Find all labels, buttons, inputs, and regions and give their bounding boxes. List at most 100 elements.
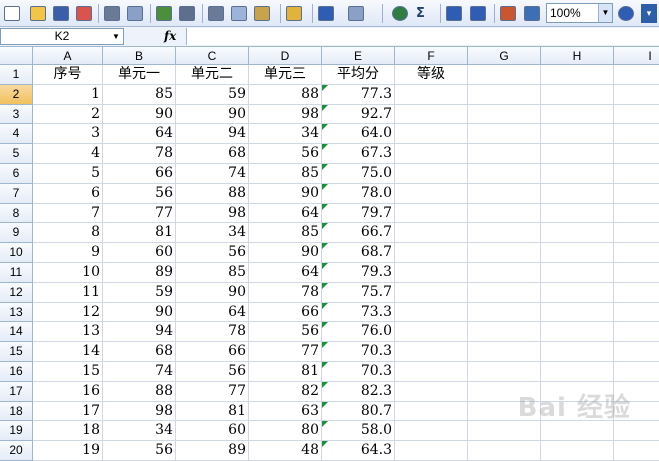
cell-a17[interactable]: 16 xyxy=(33,381,103,402)
cell-d16[interactable]: 81 xyxy=(249,362,322,382)
cell-d2[interactable]: 88 xyxy=(249,84,322,105)
cell-c18[interactable]: 81 xyxy=(176,401,249,422)
cell-f1[interactable]: 等级 xyxy=(395,65,468,85)
cell-d19[interactable]: 80 xyxy=(249,421,322,442)
cell-g4[interactable] xyxy=(468,124,541,145)
cell-a19[interactable]: 18 xyxy=(33,421,103,442)
column-header-c[interactable]: C xyxy=(176,47,249,65)
cell-e13[interactable]: 73.3 xyxy=(322,302,395,323)
cell-b17[interactable]: 88 xyxy=(103,381,176,402)
cell-a13[interactable]: 12 xyxy=(33,302,103,323)
cell-h7[interactable] xyxy=(541,183,614,204)
cell-f16[interactable] xyxy=(395,362,468,382)
cell-f14[interactable] xyxy=(395,322,468,343)
select-all-corner[interactable] xyxy=(0,47,33,65)
cell-d20[interactable]: 48 xyxy=(249,441,322,461)
cell-f7[interactable] xyxy=(395,183,468,204)
cell-i20[interactable] xyxy=(614,441,659,461)
cell-f5[interactable] xyxy=(395,144,468,164)
cell-f15[interactable] xyxy=(395,342,468,362)
cell-e17[interactable]: 82.3 xyxy=(322,381,395,402)
formula-error-indicator[interactable] xyxy=(322,282,328,289)
cell-h16[interactable] xyxy=(541,362,614,382)
toolbar-options-icon[interactable]: ▾ xyxy=(641,4,657,23)
cell-g6[interactable] xyxy=(468,164,541,184)
cell-c16[interactable]: 56 xyxy=(176,362,249,382)
cell-i3[interactable] xyxy=(614,105,659,125)
sort-ascending-icon[interactable] xyxy=(446,4,462,23)
formula-error-indicator[interactable] xyxy=(322,263,328,269)
row-header-3[interactable]: 3 xyxy=(0,104,33,125)
row-header-12[interactable]: 12 xyxy=(0,282,33,303)
cell-i16[interactable] xyxy=(614,362,659,382)
sort-descending-icon[interactable] xyxy=(470,4,486,23)
row-header-9[interactable]: 9 xyxy=(0,223,33,244)
autosum-icon[interactable]: Σ xyxy=(416,4,425,23)
drawing-icon[interactable] xyxy=(524,4,540,23)
cell-a3[interactable]: 2 xyxy=(33,104,103,125)
row-header-16[interactable]: 16 xyxy=(0,362,33,382)
cell-h20[interactable] xyxy=(541,441,614,461)
cell-i4[interactable] xyxy=(614,124,659,145)
formula-error-indicator[interactable] xyxy=(322,421,328,428)
formula-error-indicator[interactable] xyxy=(322,183,328,190)
formula-error-indicator[interactable] xyxy=(322,203,328,210)
column-header-d[interactable]: D xyxy=(249,47,322,65)
cell-f9[interactable] xyxy=(395,223,468,244)
cell-f6[interactable] xyxy=(395,164,468,184)
cell-b19[interactable]: 34 xyxy=(103,421,176,442)
cell-h4[interactable] xyxy=(541,124,614,145)
cell-f17[interactable] xyxy=(395,381,468,402)
print-icon[interactable] xyxy=(104,4,120,23)
cell-h11[interactable] xyxy=(541,263,614,283)
cell-g20[interactable] xyxy=(468,441,541,461)
cell-g1[interactable] xyxy=(468,65,541,85)
cell-b20[interactable]: 56 xyxy=(103,441,176,461)
cell-a18[interactable]: 17 xyxy=(33,401,103,422)
cell-f2[interactable] xyxy=(395,84,468,105)
column-header-e[interactable]: E xyxy=(322,47,395,65)
formula-error-indicator[interactable] xyxy=(322,322,328,329)
cell-b12[interactable]: 59 xyxy=(103,282,176,303)
cell-a9[interactable]: 8 xyxy=(33,223,103,244)
cell-b2[interactable]: 85 xyxy=(103,84,176,105)
cell-g15[interactable] xyxy=(468,342,541,362)
cell-a7[interactable]: 6 xyxy=(33,183,103,204)
cell-a12[interactable]: 11 xyxy=(33,282,103,303)
cell-i14[interactable] xyxy=(614,322,659,343)
cell-e3[interactable]: 92.7 xyxy=(322,104,395,125)
cell-h9[interactable] xyxy=(541,223,614,244)
cell-g11[interactable] xyxy=(468,263,541,283)
column-header-a[interactable]: A xyxy=(33,47,103,65)
cell-b1[interactable]: 单元一 xyxy=(103,65,176,85)
cell-d11[interactable]: 64 xyxy=(249,263,322,283)
cell-e8[interactable]: 79.7 xyxy=(322,203,395,224)
cell-i5[interactable] xyxy=(614,144,659,164)
cell-a15[interactable]: 14 xyxy=(33,342,103,362)
cell-c3[interactable]: 90 xyxy=(176,104,249,125)
cell-e14[interactable]: 76.0 xyxy=(322,322,395,343)
cell-a6[interactable]: 5 xyxy=(33,164,103,184)
cell-g12[interactable] xyxy=(468,282,541,303)
undo-icon[interactable] xyxy=(318,4,334,23)
cell-b4[interactable]: 64 xyxy=(103,124,176,145)
name-box-dropdown-icon[interactable]: ▼ xyxy=(109,29,123,44)
cell-c8[interactable]: 98 xyxy=(176,203,249,224)
row-header-17[interactable]: 17 xyxy=(0,381,33,402)
cell-a4[interactable]: 3 xyxy=(33,124,103,145)
cell-c17[interactable]: 77 xyxy=(176,381,249,402)
permission-icon[interactable] xyxy=(76,4,92,23)
format-painter-icon[interactable] xyxy=(286,4,302,23)
row-header-10[interactable]: 10 xyxy=(0,243,33,263)
cell-d10[interactable]: 90 xyxy=(249,243,322,263)
cell-e18[interactable]: 80.7 xyxy=(322,401,395,422)
formula-error-indicator[interactable] xyxy=(322,124,328,131)
row-header-6[interactable]: 6 xyxy=(0,164,33,184)
row-header-18[interactable]: 18 xyxy=(0,401,33,422)
cell-h5[interactable] xyxy=(541,144,614,164)
cell-h3[interactable] xyxy=(541,104,614,125)
cell-c11[interactable]: 85 xyxy=(176,263,249,283)
cell-d4[interactable]: 34 xyxy=(249,124,322,145)
cell-c14[interactable]: 78 xyxy=(176,322,249,343)
cell-c13[interactable]: 64 xyxy=(176,302,249,323)
